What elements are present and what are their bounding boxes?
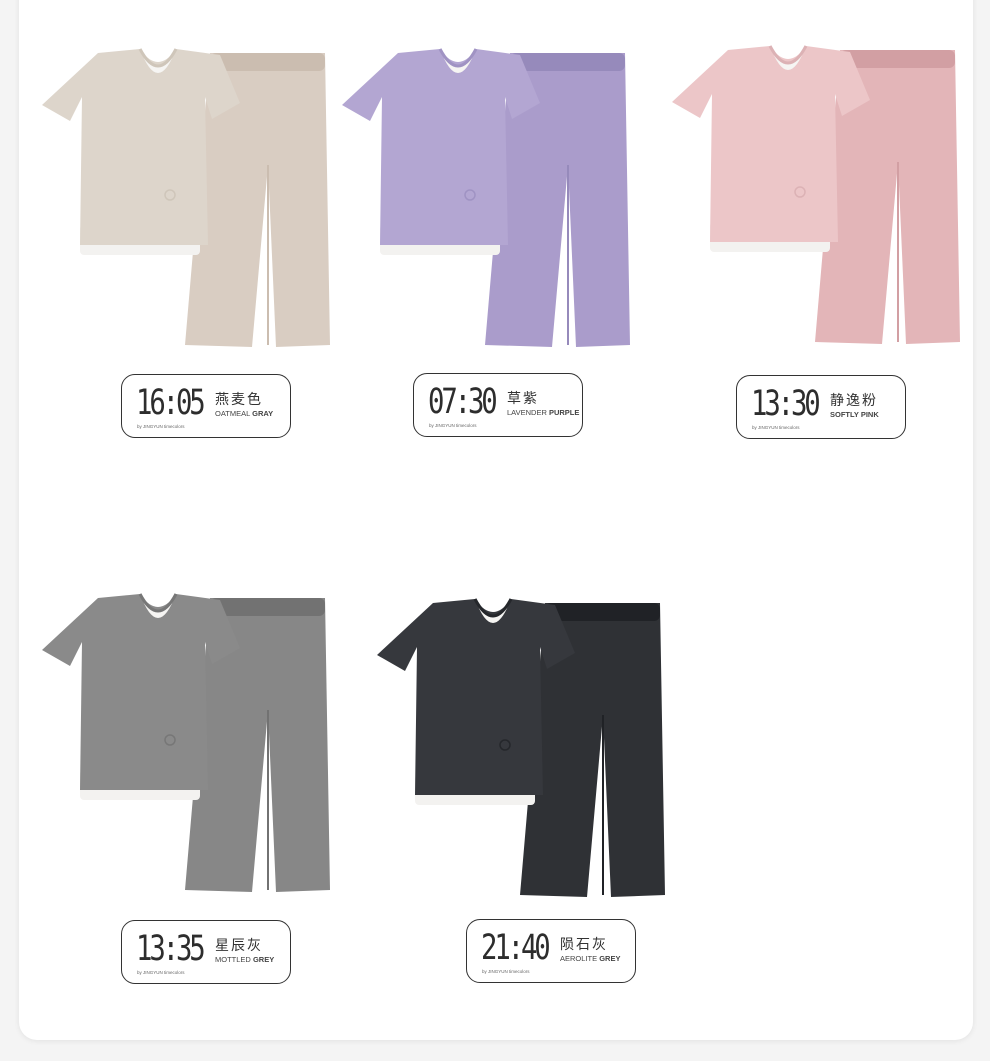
color-name-cn: 静逸粉	[830, 393, 878, 409]
waistband-shape	[210, 598, 325, 616]
color-label-oatmeal-gray: 16:05 燕麦色 OATMEAL GRAY by JINGYUN timeco…	[121, 374, 291, 438]
product-lavender-purple[interactable]	[340, 45, 650, 355]
waistband-shape	[840, 50, 955, 68]
pajama-set-image	[42, 593, 330, 892]
color-name-en: LAVENDER PURPLE	[507, 408, 580, 417]
color-name-en: AEROLITE GREY	[560, 954, 621, 963]
product-aerolite-grey[interactable]	[375, 595, 680, 905]
pajama-set-image	[42, 48, 330, 347]
color-name-cn: 草紫	[507, 391, 539, 407]
pajama-set-image	[342, 48, 630, 347]
color-name-cn: 燕麦色	[215, 392, 263, 408]
time-text: 07:30	[428, 382, 498, 422]
pajama-set-image	[377, 598, 665, 897]
color-name-cn: 陨石灰	[560, 937, 608, 953]
brand-line: by JINGYUN timecolors	[137, 970, 185, 975]
color-name-en: OATMEAL GRAY	[215, 409, 274, 418]
color-name-en: SOFTLY PINK	[830, 410, 879, 419]
product-softly-pink[interactable]	[670, 42, 970, 352]
waistband-shape	[510, 53, 625, 71]
time-text: 13:35	[136, 929, 206, 969]
brand-line: by JINGYUN timecolors	[137, 424, 185, 429]
color-label-mottled-grey: 13:35 星辰灰 MOTTLED GREY by JINGYUN timeco…	[121, 920, 291, 984]
color-label-aerolite-grey: 21:40 陨石灰 AEROLITE GREY by JINGYUN timec…	[466, 919, 636, 983]
brand-line: by JINGYUN timecolors	[482, 969, 530, 974]
time-text: 21:40	[481, 928, 551, 968]
product-mottled-grey[interactable]	[40, 590, 340, 900]
color-name-en: MOTTLED GREY	[215, 955, 275, 964]
product-oatmeal-gray[interactable]	[40, 45, 340, 355]
brand-line: by JINGYUN timecolors	[752, 425, 800, 430]
color-label-lavender-purple: 07:30 草紫 LAVENDER PURPLE by JINGYUN time…	[413, 373, 583, 437]
color-name-cn: 星辰灰	[215, 938, 263, 954]
waistband-shape	[545, 603, 660, 621]
brand-line: by JINGYUN timecolors	[429, 423, 477, 428]
time-text: 13:30	[751, 384, 821, 424]
color-label-softly-pink: 13:30 静逸粉 SOFTLY PINK by JINGYUN timecol…	[736, 375, 906, 439]
pajama-set-image	[672, 45, 960, 344]
waistband-shape	[210, 53, 325, 71]
time-text: 16:05	[136, 383, 206, 423]
